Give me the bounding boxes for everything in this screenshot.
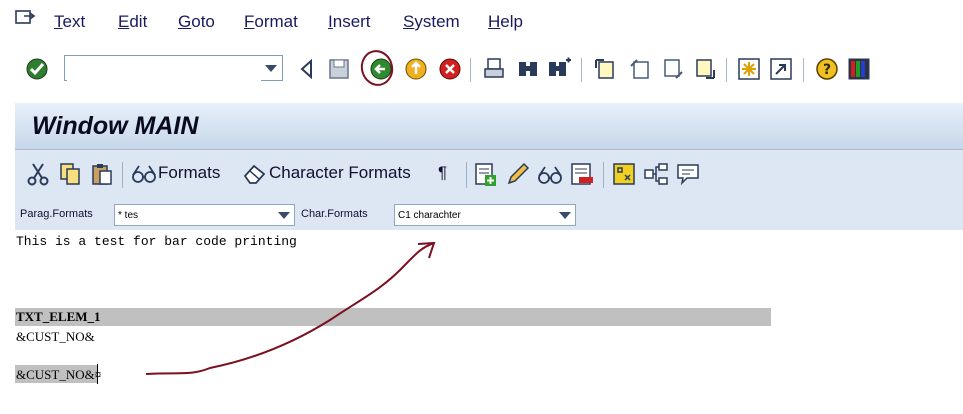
print-icon[interactable] [481,56,507,82]
character-formats-dropdown[interactable]: C1 charachter [394,204,576,226]
command-input[interactable] [67,57,261,81]
edit-pencil-icon[interactable] [505,161,531,187]
enter-icon[interactable] [24,56,50,82]
text-cursor [97,364,98,384]
menu-text[interactable]: Text [54,12,85,32]
toolbar-separator [581,58,582,82]
menu-format[interactable]: Format [244,12,298,32]
character-formats-button[interactable]: Character Formats [242,161,417,187]
formats-label: Formats [158,163,221,182]
toolbar-separator [603,162,604,188]
svg-text:?: ? [823,62,831,78]
eraser-icon [243,164,266,184]
cut-icon[interactable] [25,161,51,187]
menu-system-mnemonic: S [403,12,415,31]
menu-text-label: ext [62,12,86,31]
copy-icon[interactable] [57,161,83,187]
command-dropdown-icon[interactable] [265,65,277,72]
menu-icon[interactable] [14,9,36,27]
editor-line-text-element[interactable]: TXT_ELEM_1 [16,309,101,325]
paragraph-mark-button[interactable]: ¶ [438,163,447,183]
delete-row-icon[interactable] [569,161,595,187]
menu-bar: Text Edit Goto Format Insert System Help [0,0,963,46]
insert-icon[interactable] [473,161,499,187]
paste-icon[interactable] [89,161,115,187]
menu-text-mnemonic: T [54,12,63,31]
command-field[interactable] [64,55,283,81]
last-page-icon[interactable] [692,56,718,82]
menu-goto-label: oto [191,12,215,31]
find-icon[interactable] [515,56,541,82]
menu-insert-label: nsert [332,12,371,31]
back-triangle-icon[interactable] [294,56,320,82]
character-formats-label: Character Formats [269,163,411,182]
format-row: Parag.Formats * tes Char.Formats C1 char… [15,200,963,230]
paragraph-formats-dropdown[interactable]: * tes [114,204,295,226]
find-next-icon[interactable] [546,56,572,82]
chevron-down-icon[interactable] [559,212,571,219]
application-toolbar: Formats Character Formats ¶ [15,150,963,200]
next-page-icon[interactable] [660,56,686,82]
menu-help[interactable]: Help [488,12,523,32]
hierarchy-icon[interactable] [643,161,669,187]
chevron-down-icon[interactable] [278,212,290,219]
page-title: Window MAIN [32,112,199,140]
editor-line-1[interactable]: This is a test for bar code printing [16,234,297,249]
menu-goto-mnemonic: G [178,12,192,31]
left-border [0,92,15,414]
menu-edit-mnemonic: E [118,12,130,31]
toolbar-separator [726,58,727,82]
display-glasses-icon[interactable] [537,161,563,187]
cancel-icon[interactable] [437,56,463,82]
toolbar-separator [803,58,804,82]
shortcut-icon[interactable] [768,56,794,82]
menu-system-label: ystem [414,12,460,31]
create-session-icon[interactable] [736,56,762,82]
standard-toolbar: ? [0,46,963,92]
menu-help-label: elp [500,12,523,31]
choose-icon[interactable] [611,161,637,187]
exit-icon[interactable] [403,56,429,82]
character-formats-value: C1 charachter [398,210,461,221]
menu-format-label: ormat [254,12,298,31]
paragraph-formats-label: Parag.Formats [20,208,93,220]
menu-format-mnemonic: F [244,12,255,31]
element-highlight [15,308,771,326]
editor-line-cust-no-selected[interactable]: &CUST_NO&¤ [16,367,101,383]
formats-button[interactable]: Formats [131,161,231,187]
menu-insert[interactable]: Insert [328,12,371,32]
menu-edit[interactable]: Edit [118,12,147,32]
menu-help-mnemonic: H [488,12,501,31]
glasses-icon [132,165,156,183]
toolbar-separator [466,162,467,188]
title-bar: Window MAIN [15,103,963,150]
paragraph-formats-value: * tes [118,210,139,221]
help-icon[interactable]: ? [814,56,840,82]
menu-system[interactable]: System [403,12,460,32]
text-editor[interactable]: This is a test for bar code printing TXT… [15,230,963,414]
toolbar-separator [470,58,471,82]
menu-goto[interactable]: Goto [178,12,215,32]
editor-line-cust-no[interactable]: &CUST_NO& [16,329,95,345]
previous-page-icon[interactable] [627,56,653,82]
back-icon[interactable] [368,56,394,82]
save-icon[interactable] [326,56,352,82]
customize-layout-icon[interactable] [846,56,872,82]
toolbar-separator [122,162,123,188]
character-formats-field-label: Char.Formats [301,208,368,220]
first-page-icon[interactable] [592,56,618,82]
comment-icon[interactable] [675,161,701,187]
menu-edit-label: dit [129,12,148,31]
